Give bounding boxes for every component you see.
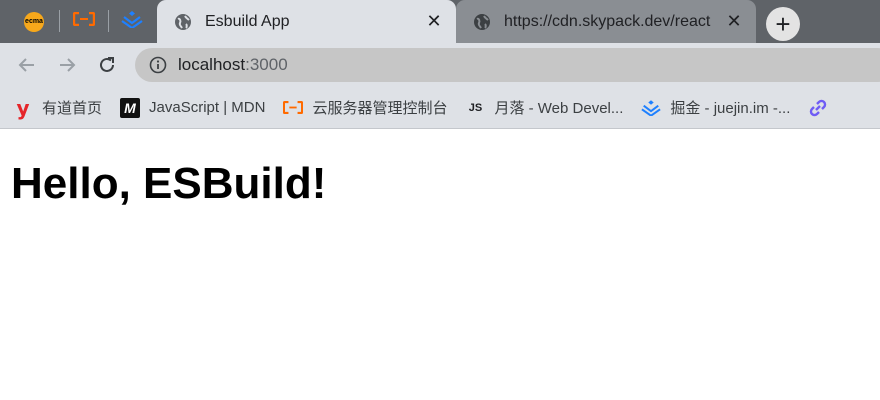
bookmark-link[interactable] xyxy=(799,87,846,128)
tab-esbuild-app[interactable]: Esbuild App ✕ xyxy=(157,0,456,43)
mdn-icon: M xyxy=(120,97,141,118)
mdn-icon-text: M xyxy=(124,99,136,116)
pinned-tab-aliyun[interactable] xyxy=(60,0,108,43)
globe-icon xyxy=(173,12,193,32)
js-icon-text: JS xyxy=(468,101,483,114)
globe-icon xyxy=(472,12,492,32)
url-text: localhost:3000 xyxy=(178,55,288,75)
bookmark-label: 月落 - Web Devel... xyxy=(494,100,624,117)
juejin-icon xyxy=(641,98,662,118)
close-tab-button[interactable]: ✕ xyxy=(724,11,744,32)
reload-button[interactable] xyxy=(93,51,121,79)
bookmark-aliyun[interactable]: 云服务器管理控制台 xyxy=(274,87,456,128)
ecma-icon: ecma xyxy=(24,11,44,32)
pinned-tab-juejin[interactable] xyxy=(108,0,156,43)
aliyun-icon xyxy=(283,98,304,118)
link-icon xyxy=(808,98,828,118)
bookmark-label: JavaScript | MDN xyxy=(149,99,266,116)
bookmark-label: 掘金 - juejin.im -... xyxy=(670,100,791,117)
bookmark-youdao[interactable]: y 有道首页 xyxy=(0,87,111,128)
page-heading: Hello, ESBuild! xyxy=(11,159,327,208)
back-button[interactable] xyxy=(13,51,41,79)
page-content: Hello, ESBuild! xyxy=(0,129,880,400)
tab-title: https://cdn.skypack.dev/react xyxy=(504,12,711,30)
tab-strip: ecma Esbuild App ✕ https://cdn.skypack.d… xyxy=(0,0,880,43)
reload-icon xyxy=(100,57,114,72)
tab-skypack-react[interactable]: https://cdn.skypack.dev/react ✕ xyxy=(456,0,756,43)
close-tab-button[interactable]: ✕ xyxy=(424,11,444,32)
forward-button[interactable] xyxy=(53,51,81,79)
url-port: :3000 xyxy=(245,55,288,74)
pinned-tab-ecma[interactable]: ecma xyxy=(10,0,58,43)
tab-title: Esbuild App xyxy=(205,12,290,30)
bookmark-label: 有道首页 xyxy=(42,100,103,117)
plus-icon: + xyxy=(775,9,791,39)
ecma-icon-text: ecma xyxy=(25,18,43,25)
bookmark-mdn[interactable]: M JavaScript | MDN xyxy=(111,87,274,128)
bookmark-yueluo[interactable]: JS 月落 - Web Devel... xyxy=(456,87,632,128)
juejin-icon xyxy=(121,10,143,33)
bookmark-juejin[interactable]: 掘金 - juejin.im -... xyxy=(632,87,799,128)
url-host: localhost xyxy=(178,55,246,74)
youdao-icon: y xyxy=(13,98,33,118)
info-icon[interactable] xyxy=(148,55,168,75)
new-tab-button[interactable]: + xyxy=(766,7,800,41)
browser-toolbar: localhost:3000 xyxy=(0,43,880,87)
bookmarks-bar: y 有道首页 M JavaScript | MDN 云服务器管理控制台 JS 月… xyxy=(0,87,880,129)
arrow-left-icon xyxy=(18,58,34,72)
bookmark-label: 云服务器管理控制台 xyxy=(312,100,448,117)
youdao-icon-text: y xyxy=(16,95,30,120)
arrow-right-icon xyxy=(60,58,76,72)
aliyun-icon xyxy=(72,11,96,31)
address-bar[interactable]: localhost:3000 xyxy=(135,48,880,82)
js-icon: JS xyxy=(465,98,485,118)
